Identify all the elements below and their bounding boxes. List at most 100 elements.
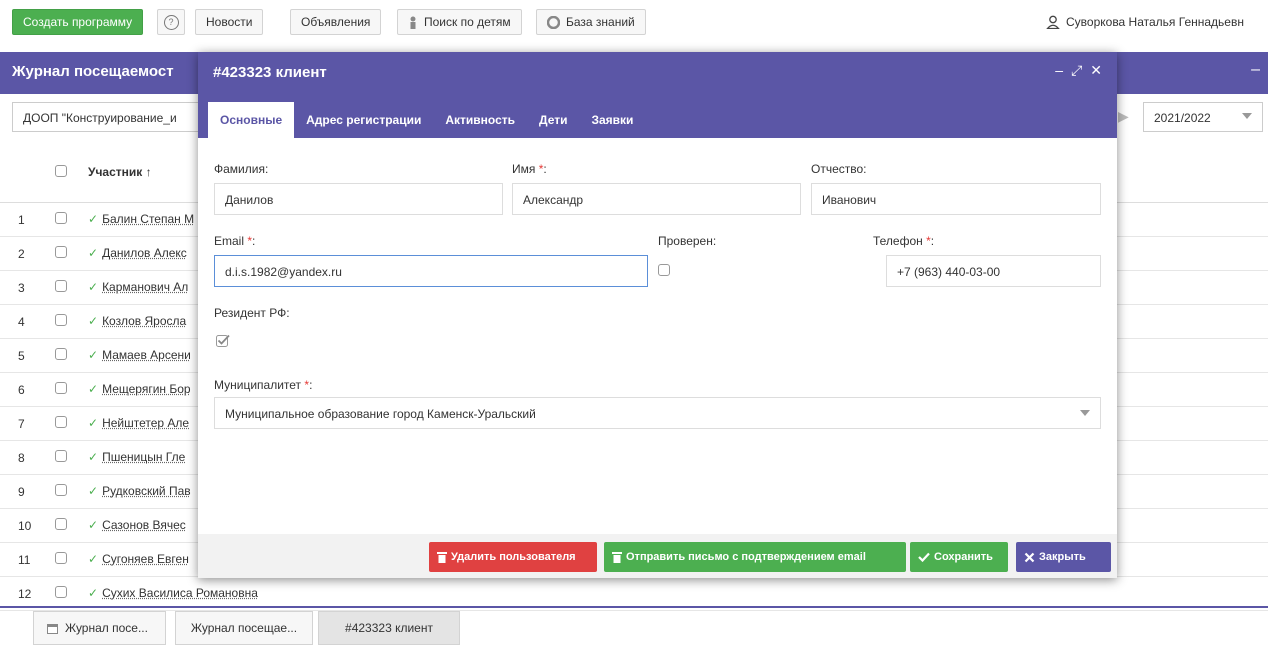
task-journal-1[interactable]: Журнал посе... [33,611,166,645]
participant-name[interactable]: ✓ Балин Степан М [88,212,194,226]
select-all-checkbox[interactable] [55,165,67,177]
task-label: #423323 клиент [345,621,433,635]
user-icon [1046,15,1060,29]
row-checkbox[interactable] [55,280,67,292]
row-checkbox[interactable] [55,348,67,360]
phone-field[interactable]: +7 (963) 440-03-00 [886,255,1101,287]
row-number: 2 [18,247,25,261]
row-checkbox[interactable] [55,416,67,428]
participant-name[interactable]: ✓ Мещерягин Бор [88,382,191,396]
name-field[interactable]: Александр [512,183,801,215]
trash-icon [612,552,622,563]
participant-column-header[interactable]: Участник ↑ [88,165,152,179]
announcements-button[interactable]: Объявления [290,9,382,35]
participant-name[interactable]: ✓ Рудковский Пав [88,484,191,498]
resident-checkbox-checked-icon[interactable] [216,334,230,347]
verified-checkbox[interactable] [658,264,670,276]
chevron-down-icon [1242,113,1252,119]
year-select[interactable]: 2021/2022 [1143,102,1263,132]
close-icon[interactable]: ✕ [1090,62,1102,79]
minimize-icon[interactable]: – [1251,61,1260,79]
maximize-icon[interactable]: ⤢ [1071,62,1082,79]
name-label-text: Имя [512,162,536,176]
create-program-button[interactable]: Создать программу [12,9,144,35]
row-number: 3 [18,281,25,295]
task-journal-2[interactable]: Журнал посещае... [175,611,313,645]
required-mark: * [926,234,931,248]
participant-name[interactable]: ✓ Сугоняев Евген [88,552,189,566]
user-menu[interactable]: Суворкова Наталья Геннадьевн [1046,9,1244,35]
participant-name-text: Рудковский Пав [102,484,191,498]
dialog-tabs: Основные Адрес регистрации Активность Де… [208,102,645,138]
checkmark-icon: ✓ [88,280,99,294]
row-checkbox[interactable] [55,518,67,530]
send-confirmation-label: Отправить письмо с подтверждением email [626,551,866,563]
person-icon [410,16,416,29]
close-label: Закрыть [1039,551,1086,563]
row-checkbox[interactable] [55,314,67,326]
save-button[interactable]: Сохранить [910,542,1008,572]
participant-name[interactable]: ✓ Карманович Ал [88,280,188,294]
close-button[interactable]: Закрыть [1016,542,1111,572]
calendar-icon [47,623,58,634]
checkmark-icon: ✓ [88,416,99,430]
knowledge-base-button[interactable]: База знаний [536,9,646,35]
child-search-button[interactable]: Поиск по детям [397,9,522,35]
checkmark-icon: ✓ [88,552,99,566]
row-number: 9 [18,485,25,499]
patronymic-field[interactable]: Иванович [811,183,1101,215]
row-number: 5 [18,349,25,363]
create-program-label: Создать программу [23,15,133,29]
checkmark-icon: ✓ [88,382,99,396]
year-value: 2021/2022 [1154,111,1211,125]
task-client[interactable]: #423323 клиент [318,611,460,645]
row-number: 8 [18,451,25,465]
participant-name[interactable]: ✓ Сазонов Вячес [88,518,186,532]
participant-name[interactable]: ✓ Пшеницын Гле [88,450,185,464]
row-checkbox[interactable] [55,484,67,496]
row-checkbox[interactable] [55,212,67,224]
minimize-icon[interactable]: – [1055,62,1063,79]
row-number: 1 [18,213,25,227]
row-checkbox[interactable] [55,586,67,598]
row-checkbox[interactable] [55,450,67,462]
tab-applications[interactable]: Заявки [579,102,645,138]
participant-name[interactable]: ✓ Данилов Алекс [88,246,187,260]
tab-activity[interactable]: Активность [433,102,527,138]
tab-children[interactable]: Дети [527,102,579,138]
participant-name[interactable]: ✓ Нейштетер Але [88,416,189,430]
row-checkbox[interactable] [55,382,67,394]
resident-label: Резидент РФ: [214,306,290,320]
trash-icon [437,552,447,563]
participant-name[interactable]: ✓ Козлов Яросла [88,314,186,328]
checkmark-icon: ✓ [88,450,99,464]
participant-name-text: Карманович Ал [102,280,189,294]
participant-name[interactable]: ✓ Мамаев Арсени [88,348,191,362]
delete-user-button[interactable]: Удалить пользователя [429,542,597,572]
checkmark-icon: ✓ [88,212,99,226]
next-arrow-icon[interactable]: ▶ [1118,108,1129,125]
participant-name-text: Пшеницын Гле [102,450,186,464]
lifebuoy-icon [547,15,560,29]
email-field[interactable]: d.i.s.1982@yandex.ru [214,255,648,287]
help-button[interactable]: ? [157,9,185,35]
tab-address[interactable]: Адрес регистрации [294,102,433,138]
row-checkbox[interactable] [55,552,67,564]
checkmark-icon: ✓ [88,586,99,600]
send-confirmation-button[interactable]: Отправить письмо с подтверждением email [604,542,906,572]
participant-name[interactable]: ✓ Сухих Василиса Романовна [88,586,258,600]
surname-field[interactable]: Данилов [214,183,503,215]
participant-name-text: Сазонов Вячес [102,518,186,532]
patronymic-label: Отчество: [811,162,867,176]
news-button[interactable]: Новости [195,9,264,35]
row-checkbox[interactable] [55,246,67,258]
checkmark-icon: ✓ [88,348,99,362]
tab-main[interactable]: Основные [208,102,295,138]
task-label: Журнал посе... [65,621,148,635]
delete-user-label: Удалить пользователя [451,551,576,563]
checkmark-icon: ✓ [88,314,99,328]
municipality-select[interactable]: Муниципальное образование город Каменск-… [214,397,1101,429]
program-filter[interactable]: ДООП "Конструирование_и [12,102,202,132]
required-mark: * [304,378,310,392]
child-search-label: Поиск по детям [424,15,511,29]
